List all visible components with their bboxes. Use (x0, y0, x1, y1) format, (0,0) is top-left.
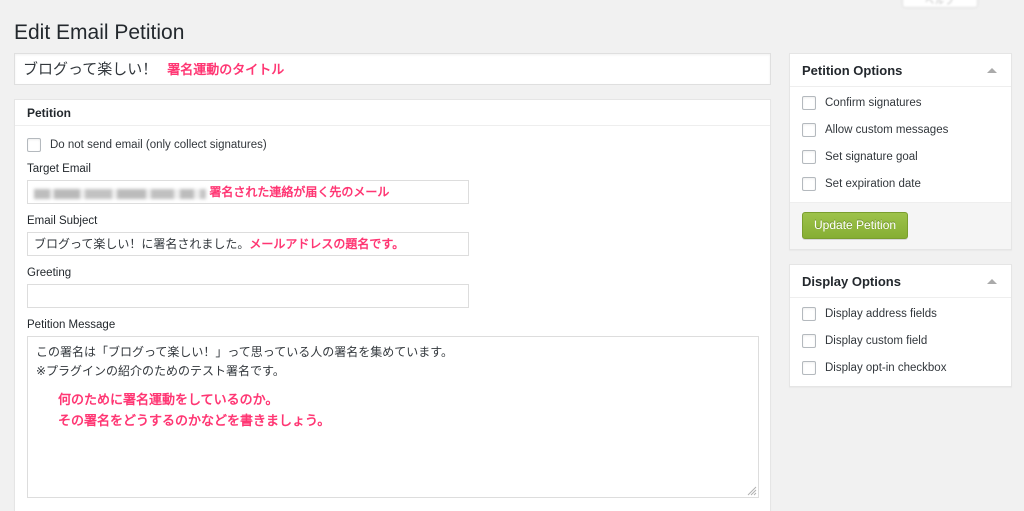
target-email-label: Target Email (27, 163, 91, 175)
petition-metabox-header: Petition (15, 100, 770, 126)
target-email-input[interactable]: 署名された連絡が届く先のメール (27, 180, 469, 204)
target-email-redacted-value (34, 188, 206, 199)
confirm-signatures-checkbox[interactable] (802, 96, 816, 110)
petition-message-textarea[interactable]: この署名は「ブログって楽しい！」って思っている人の署名を集めています。 ※プラグ… (27, 336, 759, 498)
set-expiration-date-checkbox[interactable] (802, 177, 816, 191)
display-optin-checkbox-checkbox[interactable] (802, 361, 816, 375)
set-expiration-date-label[interactable]: Set expiration date (825, 177, 921, 191)
display-options-header[interactable]: Display Options (790, 265, 1011, 298)
display-custom-field-row[interactable]: Display custom field (802, 334, 999, 348)
email-subject-value: ブログって楽しい！に署名されました。 (34, 237, 250, 251)
display-custom-field-checkbox[interactable] (802, 334, 816, 348)
petition-message-field: Petition Message この署名は「ブログって楽しい！」って思っている… (27, 318, 759, 498)
set-signature-goal-row[interactable]: Set signature goal (802, 150, 999, 164)
petition-message-label: Petition Message (27, 319, 116, 331)
petition-options-title: Petition Options (802, 62, 903, 78)
set-expiration-date-row[interactable]: Set expiration date (802, 177, 999, 191)
petition-options-body: Confirm signatures Allow custom messages… (790, 87, 1011, 202)
petition-options-header[interactable]: Petition Options (790, 54, 1011, 87)
petition-metabox-title: Petition (27, 105, 71, 120)
page-title: Edit Email Petition (14, 21, 185, 44)
greeting-label: Greeting (27, 267, 72, 279)
allow-custom-messages-checkbox[interactable] (802, 123, 816, 137)
email-subject-annotation: メールアドレスの題名です。 (249, 237, 405, 251)
petition-message-annotation-1: 何のために署名運動をしているのか。 (58, 392, 279, 407)
set-signature-goal-label[interactable]: Set signature goal (825, 150, 918, 164)
sidebar-column: Petition Options Confirm signatures Allo… (789, 53, 1012, 401)
petition-metabox-body: Do not send email (only collect signatur… (15, 126, 770, 511)
confirm-signatures-row[interactable]: Confirm signatures (802, 96, 999, 110)
display-options-body: Display address fields Display custom fi… (790, 298, 1011, 386)
do-not-send-email-checkbox[interactable] (27, 138, 41, 152)
email-subject-input[interactable]: ブログって楽しい！に署名されました。メールアドレスの題名です。 (27, 232, 469, 256)
display-optin-checkbox-label[interactable]: Display opt-in checkbox (825, 361, 946, 375)
post-title-value: ブログって楽しい！ (23, 61, 158, 78)
screen-options-tab[interactable]: ヘルプ (902, 0, 978, 8)
do-not-send-email-row[interactable]: Do not send email (only collect signatur… (27, 138, 758, 152)
admin-page: ヘルプ Edit Email Petition ブログって楽しい！ 署名運動のタイ… (0, 0, 1024, 511)
display-address-fields-checkbox[interactable] (802, 307, 816, 321)
allow-custom-messages-row[interactable]: Allow custom messages (802, 123, 999, 137)
set-signature-goal-checkbox[interactable] (802, 150, 816, 164)
petition-message-line-1: この署名は「ブログって楽しい！」って思っている人の署名を集めています。 (36, 345, 454, 359)
email-subject-field: Email Subject ブログって楽しい！に署名されました。メールアドレスの… (27, 214, 758, 256)
greeting-field: Greeting (27, 266, 758, 308)
email-subject-label: Email Subject (27, 215, 98, 227)
confirm-signatures-label[interactable]: Confirm signatures (825, 96, 922, 110)
display-optin-checkbox-row[interactable]: Display opt-in checkbox (802, 361, 999, 375)
display-address-fields-label[interactable]: Display address fields (825, 307, 937, 321)
post-title-annotation: 署名運動のタイトル (167, 62, 285, 77)
textarea-resize-handle[interactable] (745, 484, 757, 496)
petition-options-footer: Update Petition (790, 202, 1011, 249)
greeting-input[interactable] (27, 284, 469, 308)
display-address-fields-row[interactable]: Display address fields (802, 307, 999, 321)
target-email-field: Target Email 署名された連絡が届く先のメール (27, 162, 758, 204)
post-title-input[interactable]: ブログって楽しい！ 署名運動のタイトル (14, 53, 771, 85)
update-petition-button[interactable]: Update Petition (802, 212, 909, 239)
petition-message-spacer (36, 381, 750, 389)
display-options-box: Display Options Display address fields D… (789, 264, 1012, 387)
caret-up-icon[interactable] (985, 63, 999, 77)
display-options-title: Display Options (802, 273, 901, 289)
allow-custom-messages-label[interactable]: Allow custom messages (825, 123, 948, 137)
petition-message-annotation-2: その署名をどうするのかなどを書きましょう。 (58, 413, 331, 428)
target-email-annotation: 署名された連絡が届く先のメール (209, 185, 390, 199)
petition-metabox: Petition Do not send email (only collect… (14, 99, 771, 511)
main-column: ブログって楽しい！ 署名運動のタイトル Petition Do not send … (14, 53, 771, 511)
petition-options-box: Petition Options Confirm signatures Allo… (789, 53, 1012, 250)
petition-message-line-2: ※プラグインの紹介のためのテスト署名です。 (36, 364, 285, 378)
do-not-send-email-label[interactable]: Do not send email (only collect signatur… (50, 138, 267, 152)
caret-up-icon[interactable] (985, 274, 999, 288)
display-custom-field-label[interactable]: Display custom field (825, 334, 927, 348)
